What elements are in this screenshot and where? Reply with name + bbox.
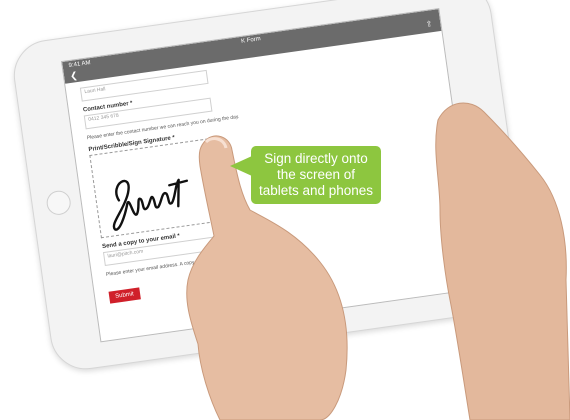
callout-line-1: Sign directly onto (264, 151, 368, 166)
sign-callout: Sign directly onto the screen of tablets… (251, 146, 381, 204)
photo-scene: 9:41 AM K Form ❮ ⇧ Lauri Hall Contact nu… (0, 0, 570, 420)
callout-line-3: tablets and phones (258, 183, 374, 198)
callout-line-2: the screen of (276, 167, 356, 182)
right-hand (435, 102, 570, 420)
callout-pointer (230, 156, 252, 176)
hands-illustration (186, 102, 570, 420)
